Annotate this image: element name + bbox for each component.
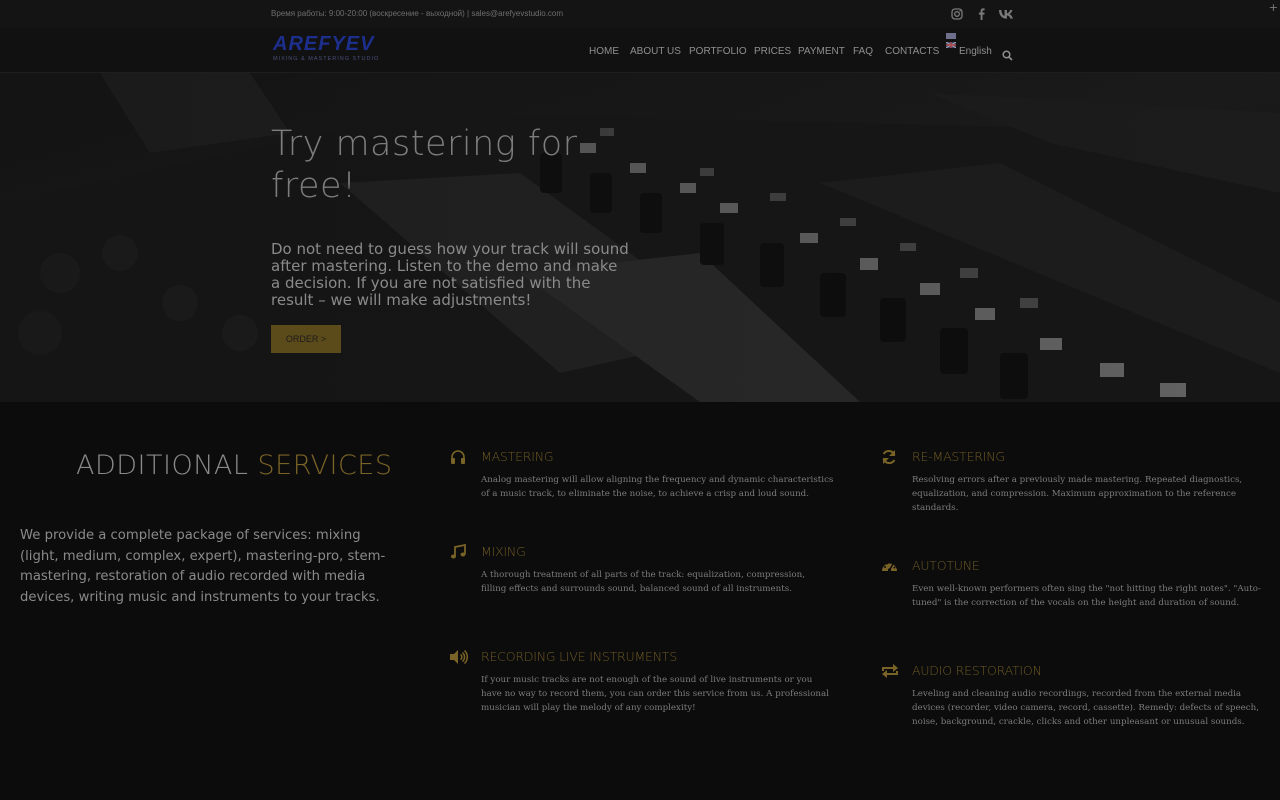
contact-info: Время работы: 9:00-20:00 (воскресение - …	[271, 9, 564, 18]
nav-about-us[interactable]: ABOUT US	[630, 46, 681, 60]
hero-title: Try mastering for free!	[271, 124, 578, 206]
speaker-icon	[450, 649, 469, 665]
service-title: MASTERING	[481, 449, 554, 464]
service-text: Resolving errors after a previously made…	[912, 475, 1243, 513]
service-text: Leveling and cleaning audio recordings, …	[912, 689, 1259, 727]
service-mastering: MASTERING Analog mastering will allow al…	[450, 449, 835, 509]
nav-payment[interactable]: PAYMENT	[798, 46, 845, 60]
services-description: We provide a complete package of service…	[20, 528, 386, 605]
service-title: MIXING	[481, 544, 526, 559]
service-re-mastering: RE-MASTERING Resolving errors after a pr…	[881, 449, 1266, 519]
dashboard-icon	[881, 558, 899, 574]
repeat-icon	[881, 663, 899, 679]
service-mixing: MIXING A thorough treatment of all parts…	[450, 543, 835, 604]
service-text: A thorough treatment of all parts of the…	[481, 570, 805, 594]
corner-plus-icon[interactable]: +	[1269, 1, 1278, 14]
language-selector[interactable]: English	[959, 46, 992, 57]
nav-contacts[interactable]: CONTACTS	[885, 46, 939, 60]
instagram-icon[interactable]	[950, 7, 964, 21]
services-title: ADDITIONAL SERVICES	[76, 450, 393, 481]
logo[interactable]: AREFYEV MIXING & MASTERING STUDIO	[273, 34, 379, 66]
logo-subtitle: MIXING & MASTERING STUDIO	[273, 56, 380, 62]
refresh-icon	[881, 449, 899, 465]
service-recording-live-instruments: RECORDING LIVE INSTRUMENTS If your music…	[450, 649, 835, 719]
service-text: Analog mastering will allow aligning the…	[481, 475, 834, 499]
service-autotune: AUTOTUNE Even well-known performers ofte…	[881, 558, 1266, 618]
nav-prices[interactable]: PRICES	[754, 46, 791, 60]
search-icon[interactable]	[1002, 46, 1014, 61]
nav-faq[interactable]: FAQ	[853, 46, 873, 60]
music-note-icon	[450, 543, 468, 560]
top-bar: Время работы: 9:00-20:00 (воскресение - …	[0, 0, 1280, 28]
service-text: Even well-known performers often sing th…	[912, 584, 1261, 608]
service-title: AUTOTUNE	[912, 558, 980, 573]
hero-text: Do not need to guess how your track will…	[271, 240, 629, 309]
hero-banner: Try mastering for free! Do not need to g…	[0, 73, 1280, 402]
facebook-icon[interactable]	[976, 7, 986, 21]
service-title: RE-MASTERING	[912, 449, 1005, 464]
services-title-part1: ADDITIONAL	[76, 450, 249, 481]
service-title: RECORDING LIVE INSTRUMENTS	[481, 649, 678, 664]
order-button[interactable]: ORDER >	[271, 325, 341, 353]
nav-portfolio[interactable]: PORTFOLIO	[689, 46, 747, 60]
service-audio-restoration: AUDIO RESTORATION Leveling and cleaning …	[881, 663, 1273, 733]
service-title: AUDIO RESTORATION	[912, 663, 1042, 678]
uk-flag-icon[interactable]	[945, 33, 957, 49]
vk-icon[interactable]	[998, 7, 1014, 21]
hero-overlay	[0, 73, 1280, 402]
services-title-part2: SERVICES	[257, 450, 393, 481]
logo-mark: AREFYEV	[273, 33, 375, 55]
nav-home[interactable]: HOME	[589, 46, 619, 60]
headphones-icon	[450, 449, 468, 465]
header: AREFYEV MIXING & MASTERING STUDIO HOME A…	[0, 28, 1280, 73]
service-text: If your music tracks are not enough of t…	[481, 675, 829, 713]
